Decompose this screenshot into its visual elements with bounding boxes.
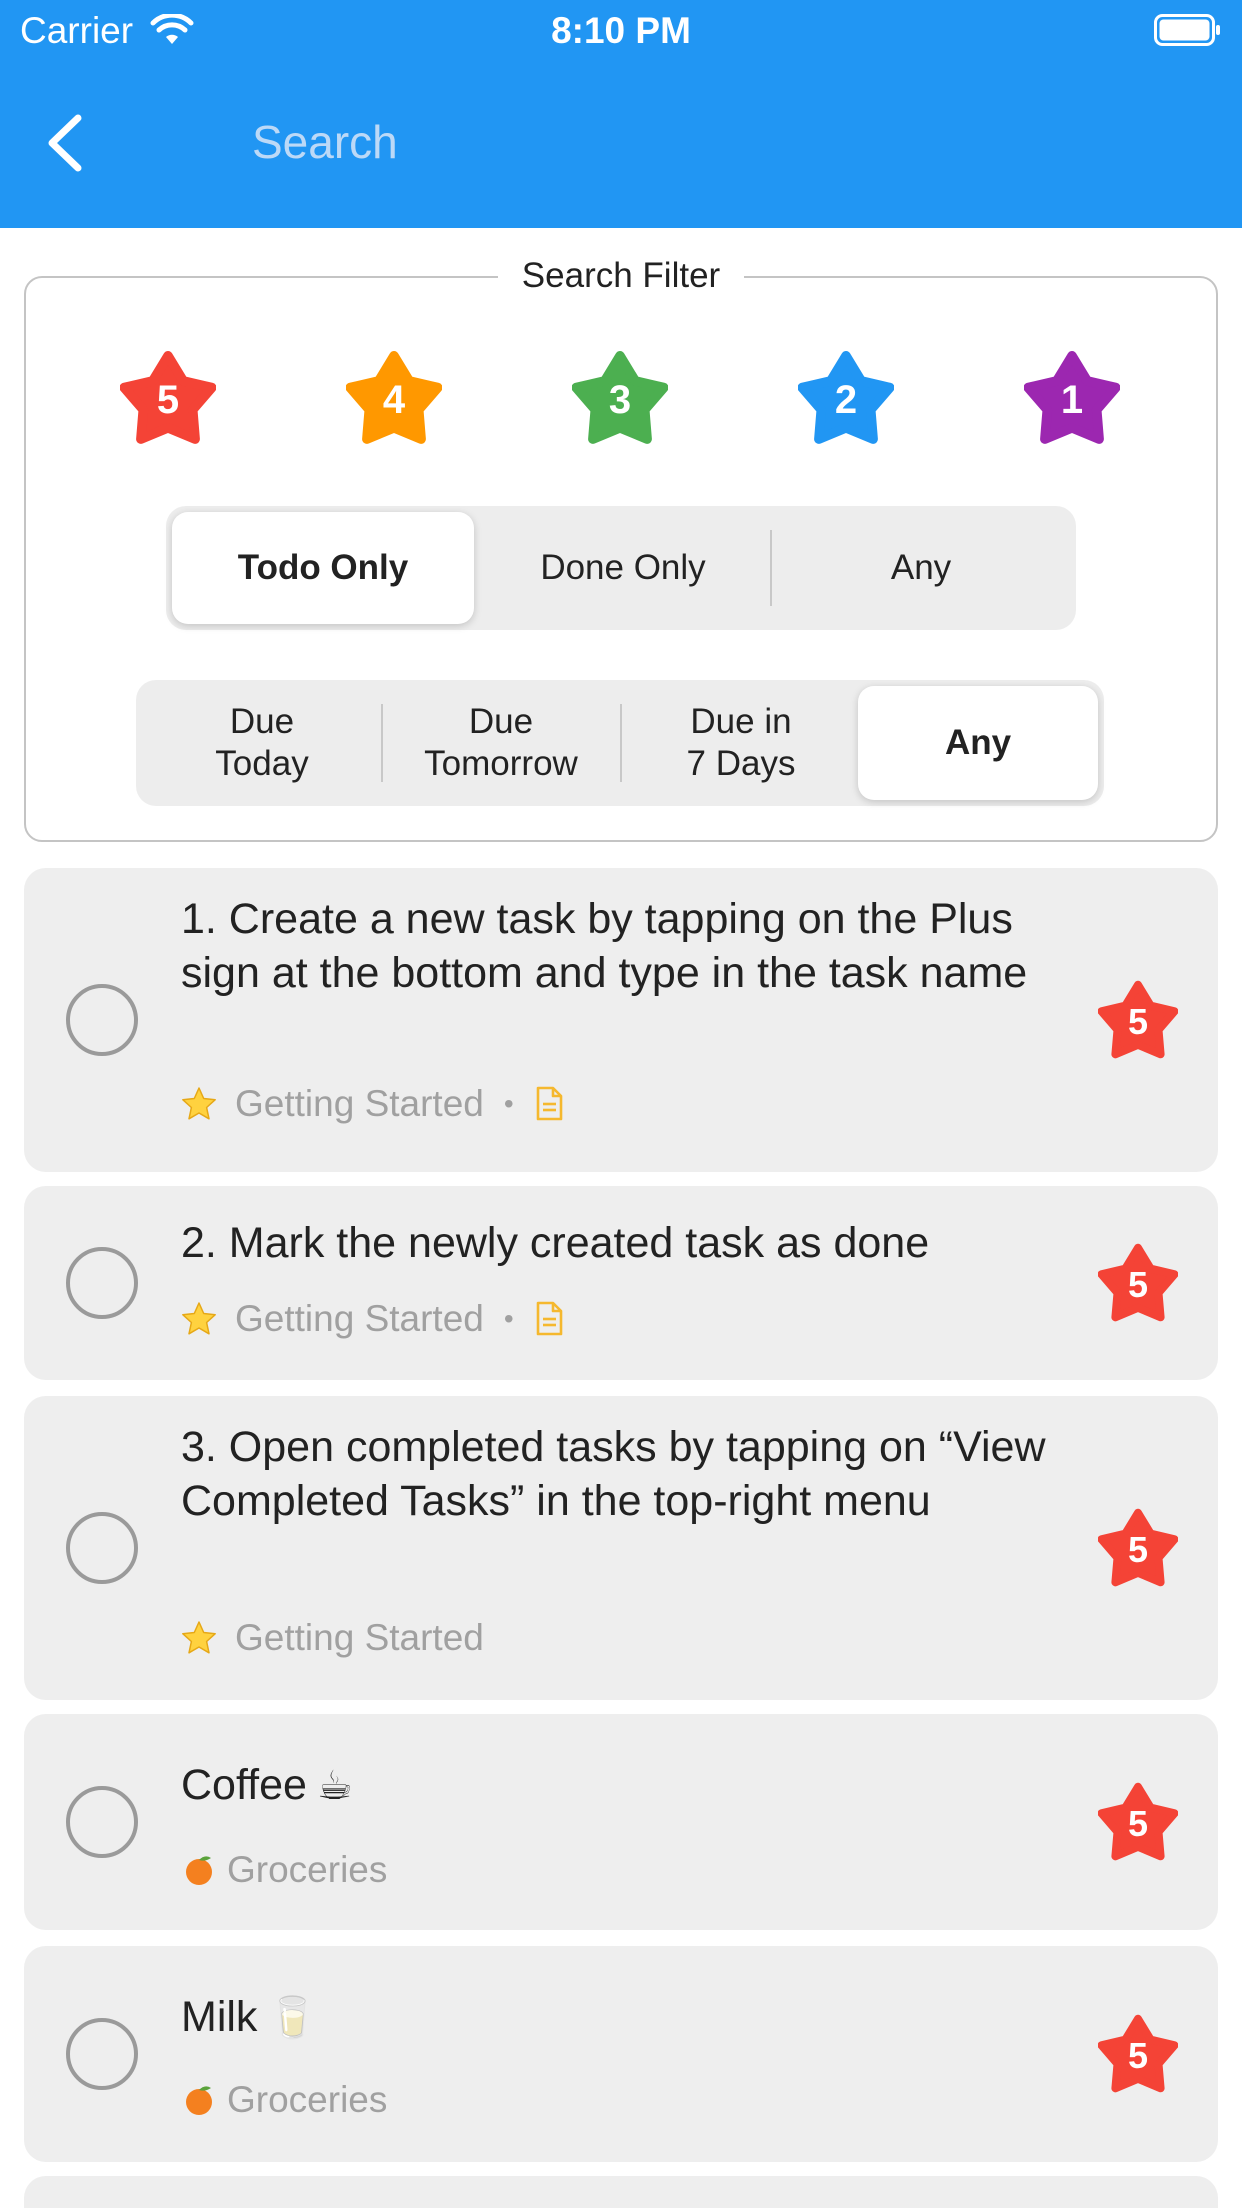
- priority-4-star-icon[interactable]: 4: [345, 350, 443, 446]
- task-title: Milk 🥛: [181, 1993, 318, 2041]
- priority-2-star-icon[interactable]: 2: [797, 350, 895, 446]
- priority-5-star-icon[interactable]: 5: [119, 350, 217, 446]
- task-card[interactable]: 1. Create a new task by tapping on the P…: [24, 868, 1218, 1172]
- task-list-name: Groceries: [227, 1849, 388, 1890]
- priority-star-label: 4: [382, 378, 406, 422]
- segment-due-any[interactable]: Any: [858, 686, 1098, 800]
- star-emoji-icon: [182, 1087, 216, 1120]
- priority-star-icon: 5: [1097, 1508, 1179, 1588]
- search-filter-title: Search Filter: [0, 256, 1242, 296]
- task-meta: Getting Started •: [181, 1082, 564, 1126]
- priority-3-star-icon[interactable]: 3: [571, 350, 669, 446]
- status-bar: Carrier 8:10 PM: [0, 0, 1242, 62]
- task-complete-checkbox[interactable]: [66, 984, 138, 1056]
- task-title: Coffee ☕: [181, 1761, 353, 1809]
- back-chevron-icon[interactable]: [40, 110, 96, 176]
- app-header: Carrier 8:10 PM: [0, 0, 1242, 228]
- task-meta: Groceries: [181, 1848, 387, 1892]
- task-card[interactable]: Coffee ☕ Groceries 5: [24, 1714, 1218, 1930]
- task-card-partial[interactable]: [24, 2176, 1218, 2208]
- priority-1-star-icon[interactable]: 1: [1023, 350, 1121, 446]
- task-list-name: Getting Started: [235, 1298, 484, 1339]
- segment-todo-only[interactable]: Todo Only: [172, 512, 474, 624]
- task-complete-checkbox[interactable]: [66, 1786, 138, 1858]
- task-meta: Getting Started •: [181, 1297, 564, 1341]
- note-document-icon: [536, 1086, 562, 1121]
- task-title: 3. Open completed tasks by tapping on “V…: [181, 1423, 1046, 1525]
- tangerine-emoji-icon: [186, 2086, 212, 2115]
- segment-done-only[interactable]: Done Only: [474, 512, 772, 624]
- priority-star-icon: 5: [1097, 980, 1179, 1060]
- status-segmented-control: Todo Only Done Only Any: [166, 506, 1076, 630]
- separator-dot: •: [503, 1088, 514, 1119]
- priority-star-label: 1: [1060, 378, 1084, 422]
- segment-due-7-days[interactable]: Due in 7 Days: [622, 686, 860, 800]
- priority-star-label: 5: [1127, 1529, 1149, 1570]
- title-emoji: 🥛: [267, 1996, 318, 2040]
- task-meta: Groceries: [181, 2078, 387, 2122]
- priority-star-label: 5: [156, 378, 180, 422]
- task-card[interactable]: 2. Mark the newly created task as done Ge…: [24, 1186, 1218, 1380]
- task-title: 1. Create a new task by tapping on the P…: [181, 895, 1028, 997]
- clock: 8:10 PM: [551, 10, 691, 51]
- priority-star-label: 2: [834, 378, 858, 422]
- task-meta: Getting Started: [181, 1616, 484, 1660]
- tangerine-emoji-icon: [186, 1856, 212, 1885]
- priority-star-label: 5: [1127, 1803, 1149, 1844]
- priority-star-icon: 5: [1097, 2014, 1179, 2094]
- task-card[interactable]: Milk 🥛 Groceries 5: [24, 1946, 1218, 2162]
- task-complete-checkbox[interactable]: [66, 1247, 138, 1319]
- segment-due-today[interactable]: Due Today: [142, 686, 382, 800]
- task-title: 2. Mark the newly created task as done: [181, 1219, 930, 1267]
- priority-star-icon: 5: [1097, 1243, 1179, 1323]
- task-card[interactable]: 3. Open completed tasks by tapping on “V…: [24, 1396, 1218, 1700]
- segment-due-tomorrow[interactable]: Due Tomorrow: [382, 686, 620, 800]
- segment-status-any[interactable]: Any: [772, 512, 1070, 624]
- due-segmented-control: Due Today Due Tomorrow Due in 7 Days Any: [136, 680, 1104, 806]
- task-list-name: Getting Started: [235, 1617, 484, 1658]
- priority-star-icon: 5: [1097, 1782, 1179, 1862]
- note-document-icon: [536, 1301, 562, 1336]
- star-emoji-icon: [182, 1621, 216, 1654]
- task-list-name: Getting Started: [235, 1083, 484, 1124]
- star-emoji-icon: [182, 1302, 216, 1335]
- task-list-name: Groceries: [227, 2079, 388, 2120]
- battery-icon: [1154, 14, 1220, 46]
- separator-dot: •: [503, 1303, 514, 1334]
- priority-star-label: 5: [1127, 1264, 1149, 1305]
- priority-star-label: 5: [1127, 2035, 1149, 2076]
- task-complete-checkbox[interactable]: [66, 1512, 138, 1584]
- task-complete-checkbox[interactable]: [66, 2018, 138, 2090]
- title-emoji: ☕: [316, 1764, 353, 1808]
- search-input[interactable]: [252, 110, 1152, 174]
- priority-star-label: 3: [608, 378, 632, 422]
- priority-star-label: 5: [1127, 1001, 1149, 1042]
